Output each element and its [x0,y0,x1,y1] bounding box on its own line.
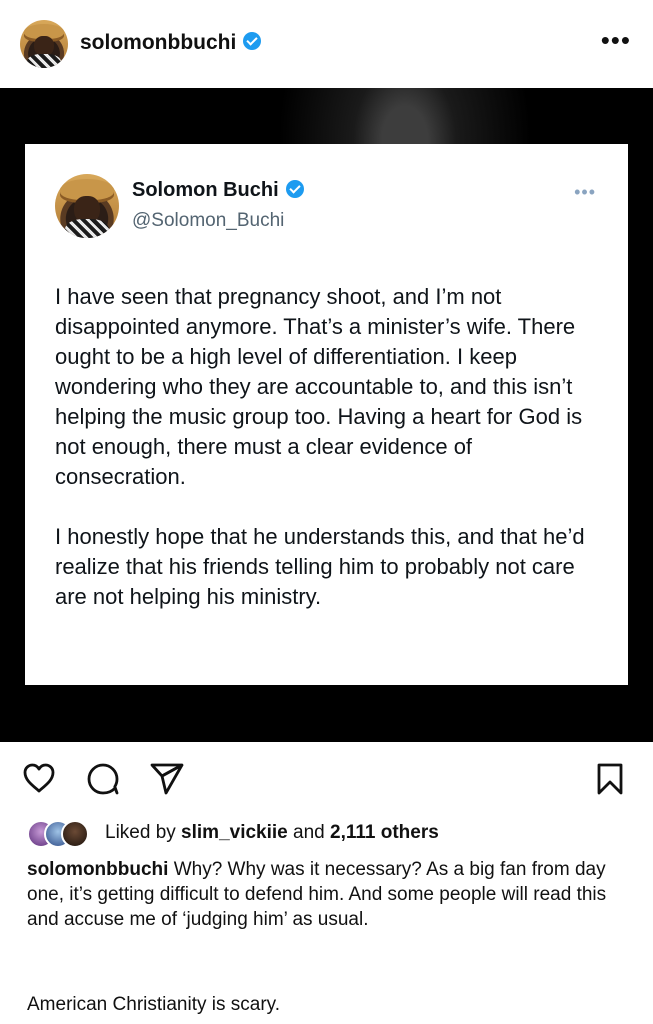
username-link[interactable]: solomonbbuchi [80,31,262,55]
heart-icon[interactable] [22,762,56,794]
share-icon[interactable] [149,762,185,796]
tweet-card: Solomon Buchi @Solomon_Buchi ••• I have … [25,144,628,685]
likes-middle: and [287,822,331,843]
more-options-button[interactable]: ••• [601,27,631,53]
tweet-verified-badge-icon [285,179,304,198]
likes-user-link[interactable]: slim_vickiie [181,822,288,843]
likes-count-link[interactable]: 2,111 others [330,822,439,843]
caption-extra-line: American Christianity is scary. [27,994,281,1015]
tweet-more-icon: ••• [574,182,596,202]
action-bar [0,742,653,812]
post-header: solomonbbuchi ••• [0,0,653,88]
tweet-avatar [55,174,119,238]
tweet-author-name: Solomon Buchi [132,179,304,202]
bookmark-icon[interactable] [596,762,624,796]
caption-username-link[interactable]: solomonbbuchi [27,859,168,880]
verified-badge-icon [243,32,262,51]
tweet-handle: @Solomon_Buchi [132,210,285,231]
likes-text: Liked by slim_vickiie and 2,111 others [105,822,439,844]
avatar[interactable] [20,20,68,68]
tweet-paragraph: I honestly hope that he understands this… [55,524,585,609]
comment-icon[interactable] [86,762,120,796]
likes-prefix: Liked by [105,822,182,843]
tweet-author-name-text: Solomon Buchi [132,179,279,201]
tweet-paragraph: I have seen that pregnancy shoot, and I’… [55,284,583,489]
username-text: solomonbbuchi [80,31,237,54]
caption: solomonbbuchi Why? Why was it necessary?… [27,857,627,932]
tweet-text: I have seen that pregnancy shoot, and I’… [55,282,605,612]
liker-avatars [27,820,97,848]
